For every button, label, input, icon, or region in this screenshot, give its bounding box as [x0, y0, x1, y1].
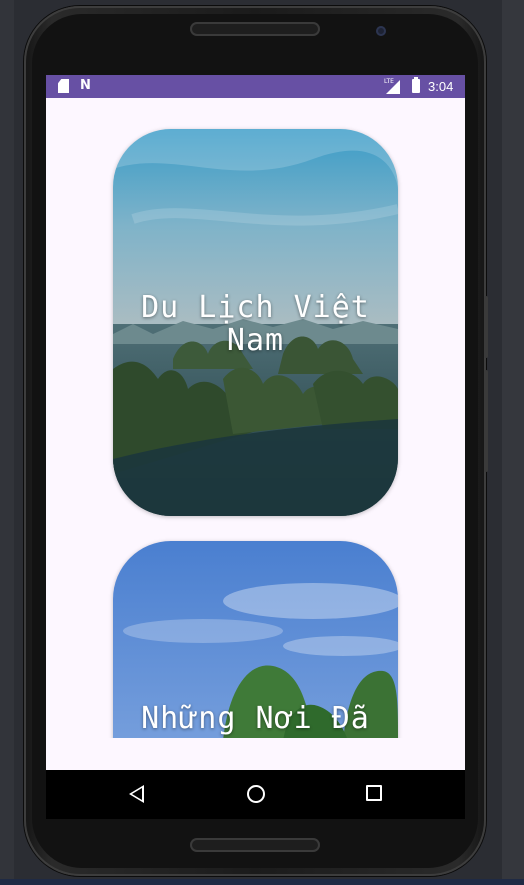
status-bar: N LTE 3:04: [46, 75, 465, 98]
card-title-visited: Những Nơi Đã: [141, 701, 370, 736]
navigation-bar: [46, 770, 465, 819]
lte-label: LTE: [384, 78, 394, 85]
battery-charging-icon: [412, 77, 420, 93]
earpiece-speaker: [190, 22, 320, 36]
back-icon[interactable]: [129, 785, 144, 803]
home-icon[interactable]: [247, 785, 265, 803]
desktop-taskbar-strip: [0, 879, 524, 885]
card-title-vietnam: Du Lịch Việt Nam: [141, 290, 370, 358]
destination-card-vietnam[interactable]: Du Lịch Việt Nam: [113, 129, 398, 516]
status-time: 3:04: [428, 79, 454, 94]
volume-button[interactable]: [484, 370, 488, 472]
notification-n-icon: N: [80, 78, 91, 93]
bottom-speaker: [190, 838, 320, 852]
recents-icon[interactable]: [366, 785, 382, 801]
destination-card-visited[interactable]: Những Nơi Đã: [113, 541, 398, 738]
device-screen: N LTE 3:04 Du Lịch Việt Nam Những Nơi Đã: [46, 75, 465, 819]
front-camera: [376, 26, 386, 36]
scroll-content[interactable]: Du Lịch Việt Nam Những Nơi Đã: [46, 98, 465, 738]
desktop-background-right: [502, 0, 524, 885]
desktop-background-left: [0, 0, 14, 885]
power-button[interactable]: [484, 296, 488, 358]
sim-card-icon: [58, 79, 69, 93]
